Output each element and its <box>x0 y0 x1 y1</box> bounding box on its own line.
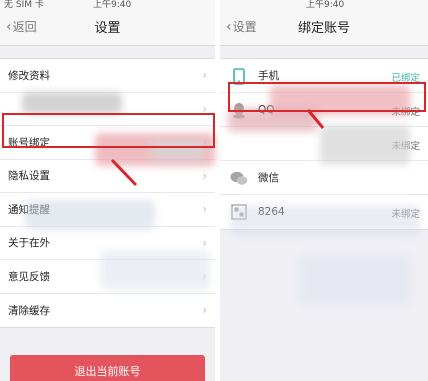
annotation-arrow <box>110 109 325 187</box>
